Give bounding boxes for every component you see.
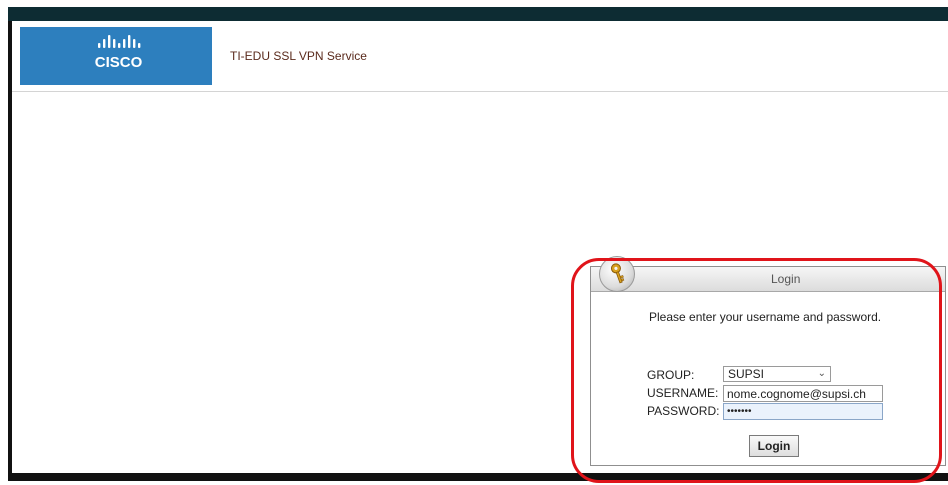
login-title: Login [771,272,801,286]
login-prompt: Please enter your username and password. [649,310,882,324]
screenshot: CISCO TI-EDU SSL VPN Service Login Pleas… [0,0,948,485]
password-label: PASSWORD: [647,404,720,418]
login-button[interactable]: Login [749,435,799,457]
page-header: CISCO TI-EDU SSL VPN Service [12,21,948,92]
login-titlebar: Login [591,267,945,292]
password-input[interactable] [723,403,883,420]
key-icon [599,256,635,292]
cisco-logo-text: CISCO [95,54,143,71]
group-label: GROUP: [647,368,695,382]
username-input[interactable] [723,385,883,402]
cisco-logo: CISCO [20,27,212,85]
frame-top-strip [8,7,948,21]
page-viewport: CISCO TI-EDU SSL VPN Service Login Pleas… [12,21,948,473]
login-panel: Login Please enter your username and pas… [590,256,946,466]
group-select[interactable]: SUPSI ⌄ [723,366,831,382]
service-title: TI-EDU SSL VPN Service [230,49,367,63]
username-label: USERNAME: [647,386,719,400]
chevron-down-icon: ⌄ [817,368,826,379]
cisco-logo-icon: CISCO [95,35,143,71]
group-select-value: SUPSI [728,367,765,381]
